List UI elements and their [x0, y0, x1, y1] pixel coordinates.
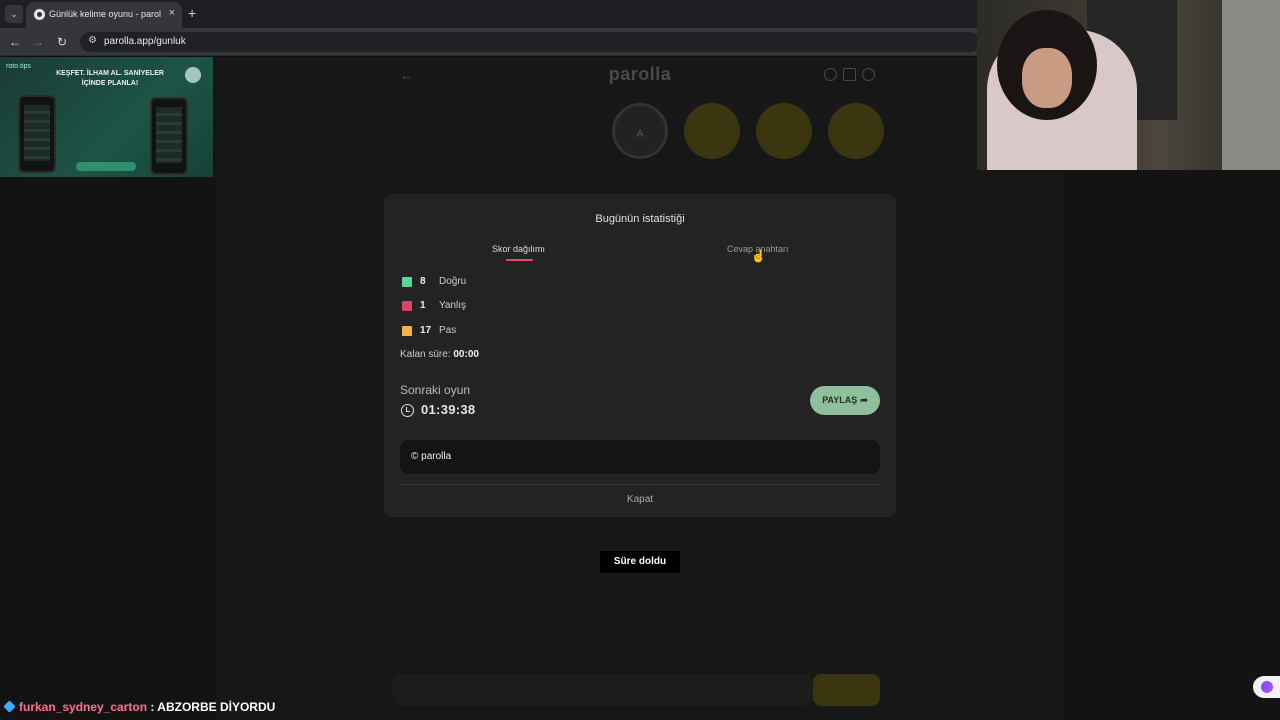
answer-submit-button[interactable]	[813, 674, 880, 706]
ad-cta-button[interactable]	[76, 162, 136, 171]
ad-phone-image	[150, 97, 188, 175]
letter-circle-current: A	[612, 103, 668, 159]
share-button[interactable]: PAYLAŞ ➦	[810, 386, 880, 415]
info-icon[interactable]	[824, 68, 837, 81]
hand-cursor-icon: ☝	[751, 249, 766, 263]
time-up-toast: Süre doldu	[600, 551, 680, 573]
tab-list-button[interactable]: ⌄	[5, 5, 23, 23]
game-header-icons	[824, 68, 881, 86]
pass-label: Pas	[439, 325, 457, 336]
remaining-time: Kalan süre: 00:00	[400, 349, 479, 360]
site-info-icon[interactable]: ⚙	[88, 35, 97, 46]
url-text[interactable]: parolla.app/gunluk	[104, 36, 186, 47]
chat-separator: :	[147, 700, 158, 714]
tab-close-icon[interactable]: ×	[169, 7, 175, 19]
game-logo: parolla	[608, 64, 672, 84]
reload-button[interactable]: ↻	[53, 33, 71, 51]
webcam-streamer-face	[1022, 48, 1072, 108]
chat-badge-icon	[3, 700, 16, 713]
letter-circle	[828, 103, 884, 159]
forward-button[interactable]: →	[29, 33, 47, 51]
tab-favicon-icon	[34, 9, 45, 20]
modal-divider	[400, 484, 880, 485]
modal-title: Bugünün istatistiği	[595, 213, 685, 225]
tab-score-distribution[interactable]: Skor dağılımı	[492, 244, 545, 254]
active-tab-indicator	[506, 259, 533, 261]
wrong-swatch	[402, 301, 412, 311]
pass-count: 17	[420, 325, 432, 336]
next-game-countdown: 01:39:38	[421, 402, 476, 417]
tab-title: Günlük kelime oyunu - parolla	[49, 9, 161, 19]
pass-swatch	[402, 326, 412, 336]
remaining-time-label: Kalan süre:	[400, 349, 451, 360]
ad-decoration-icon	[185, 67, 201, 83]
letter-circle	[756, 103, 812, 159]
share-preview-box: © parolla	[400, 440, 880, 474]
address-bar[interactable]: ⚙ parolla.app/gunluk	[80, 32, 980, 52]
remaining-time-value: 00:00	[453, 349, 479, 360]
answer-input[interactable]	[393, 674, 813, 706]
ad-headline: KEŞFET. İLHAM AL. SANİYELER İÇİNDE PLANL…	[56, 70, 164, 87]
correct-count: 8	[420, 276, 426, 287]
profile-icon[interactable]	[862, 68, 875, 81]
wrong-label: Yanlış	[439, 300, 467, 311]
ad-phone-image	[18, 95, 56, 173]
ad-logo: roto.tips	[6, 63, 31, 70]
correct-label: Doğru	[439, 276, 467, 287]
letter-circle	[684, 103, 740, 159]
chat-username: furkan_sydney_carton	[19, 700, 148, 714]
ad-banner[interactable]: roto.tips KEŞFET. İLHAM AL. SANİYELER İÇ…	[0, 57, 213, 177]
wrong-count: 1	[420, 300, 426, 311]
stats-modal: Bugünün istatistiği Skor dağılımı Cevap …	[384, 194, 896, 517]
browser-tab[interactable]: Günlük kelime oyunu - parolla ×	[26, 2, 182, 28]
chat-message: furkan_sydney_carton : ABZORBE DİYORDU	[3, 700, 276, 716]
share-label: PAYLAŞ	[822, 395, 858, 405]
correct-swatch	[402, 277, 412, 287]
back-button[interactable]: ←	[6, 33, 24, 51]
close-button[interactable]: Kapat	[384, 494, 896, 505]
webcam-overlay	[977, 0, 1280, 170]
clock-icon	[401, 404, 414, 417]
brand-text: © parolla	[411, 451, 452, 462]
extension-icon[interactable]	[1253, 676, 1280, 698]
chat-text: ABZORBE DİYORDU	[157, 700, 276, 714]
stats-icon[interactable]	[843, 68, 856, 81]
screen: ⌄ Günlük kelime oyunu - parolla × + ← → …	[0, 0, 1280, 720]
new-tab-button[interactable]: +	[188, 5, 196, 21]
share-arrow-icon: ➦	[860, 395, 868, 405]
next-game-label: Sonraki oyun	[400, 383, 471, 397]
webcam-door	[1222, 0, 1280, 170]
game-back-icon[interactable]: ←	[400, 68, 413, 83]
